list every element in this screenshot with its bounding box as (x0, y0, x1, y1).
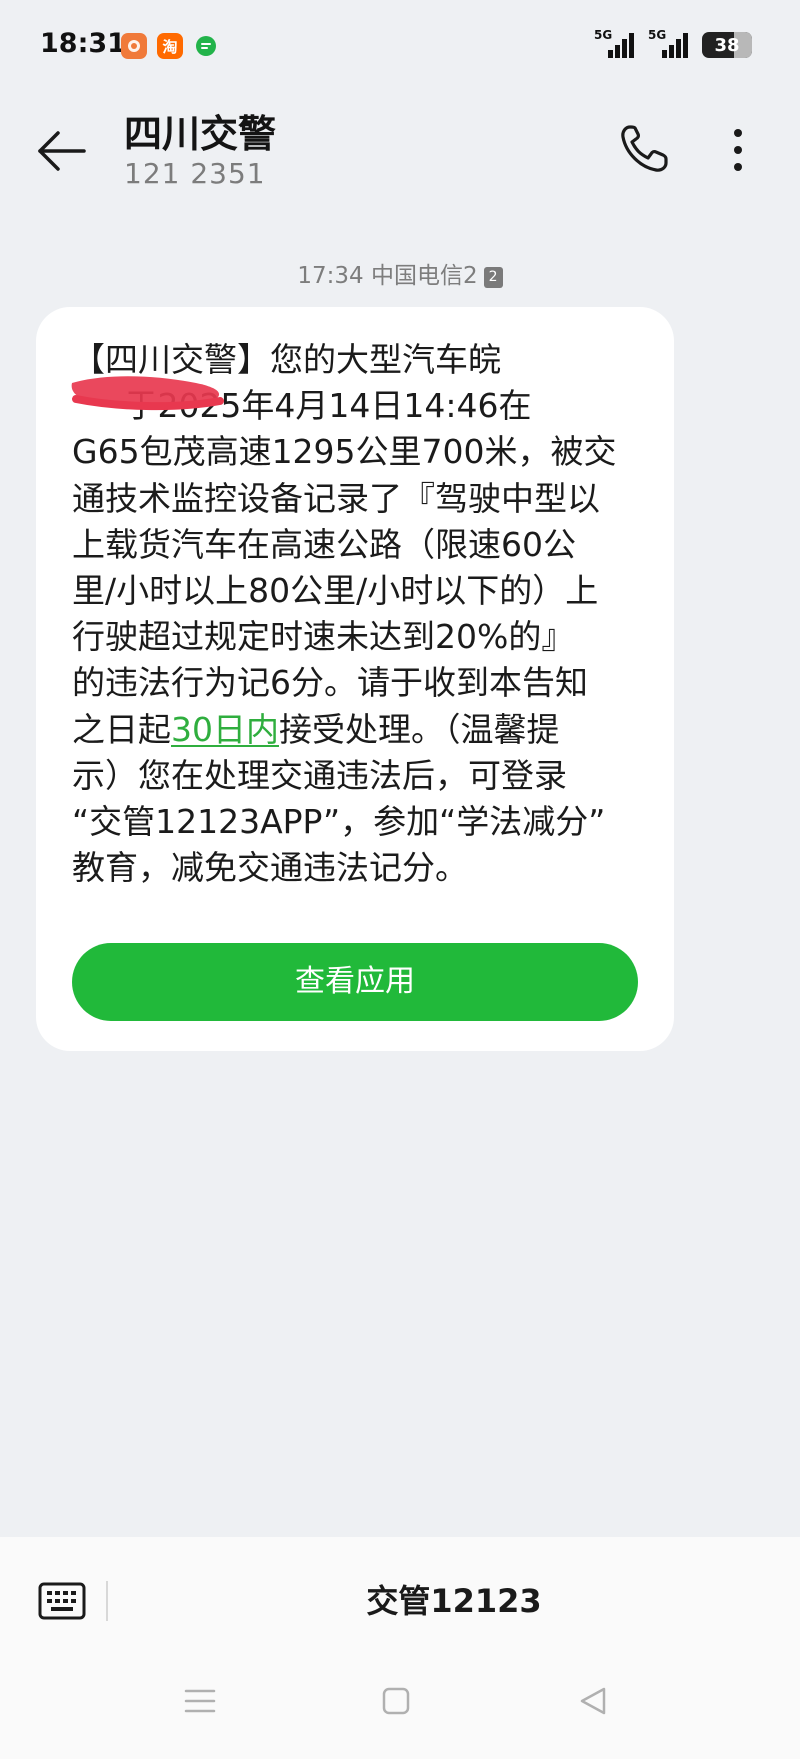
notification-icons: 淘 (121, 33, 219, 59)
message-line: 教育，减免交通违法记分。 (72, 848, 468, 888)
contact-number: 121 2351 (124, 157, 266, 190)
sim-badge: 2 (483, 267, 503, 288)
status-bar: 18:31 淘 5G 5G 38 (0, 0, 800, 95)
menu-icon (184, 1689, 216, 1713)
view-app-button[interactable]: 查看应用 (72, 943, 638, 1021)
message-time: 17:34 (297, 263, 364, 289)
back-button[interactable] (34, 123, 90, 179)
message-line: 通技术监控设备记录了『驾驶中型以 (72, 478, 600, 518)
phone-icon (621, 125, 668, 172)
square-icon (382, 1687, 410, 1715)
more-vert-icon (734, 129, 742, 171)
message-timestamp: 17:34 中国电信2 2 (0, 256, 800, 290)
more-options-button[interactable] (720, 119, 756, 179)
home-button[interactable] (376, 1681, 416, 1721)
redaction-mark (71, 376, 224, 411)
carrier-name: 中国电信2 (370, 263, 478, 289)
message-line: 上载货汽车在高速公路（限速60公 (72, 524, 576, 564)
message-line: G65包茂高速1295公里700米，被交 (72, 432, 617, 472)
recents-button[interactable] (180, 1681, 220, 1721)
conversation-header: 四川交警 121 2351 (0, 95, 800, 205)
message-line: “交管12123APP”，参加“学法减分” (72, 802, 606, 842)
message-bubble[interactable]: 【四川交警】您的大型汽车皖 于2025年4月14日14:46在 G65包茂高速1… (36, 307, 674, 1051)
back-arrow-icon (38, 131, 86, 171)
triangle-back-icon (580, 1687, 606, 1715)
message-app-icon (193, 33, 219, 59)
status-time: 18:31 (40, 28, 126, 59)
deadline-link[interactable]: 30日内 (171, 710, 279, 749)
system-nav-bar (0, 1677, 800, 1737)
battery-level: 38 (714, 34, 740, 56)
message-body: 【四川交警】您的大型汽车皖 于2025年4月14日14:46在 G65包茂高速1… (72, 337, 652, 891)
signal-icon-sim1: 5G (594, 28, 636, 60)
message-line: 行驶超过规定时速未达到20%的』 (72, 617, 575, 657)
app-icon-orange (121, 33, 147, 59)
battery-icon: 38 (702, 32, 752, 58)
bottom-panel: 交管12123 (0, 1537, 800, 1759)
nav-back-button[interactable] (574, 1681, 614, 1721)
message-line: 里/小时以上80公里/小时以下的）上 (72, 571, 599, 611)
contact-name: 四川交警 (124, 112, 277, 156)
taobao-icon: 淘 (157, 33, 183, 59)
call-button[interactable] (614, 119, 674, 179)
signal-indicators: 5G 5G 38 (594, 28, 752, 60)
message-line: 之日起30日内接受处理。（温馨提 (72, 709, 560, 749)
message-line: 的违法行为记6分。请于收到本告知 (72, 663, 588, 703)
quick-reply-item[interactable]: 交管12123 (0, 1581, 800, 1621)
message-line: 示）您在处理交通违法后，可登录 (72, 755, 567, 795)
signal-icon-sim2: 5G (648, 28, 690, 60)
